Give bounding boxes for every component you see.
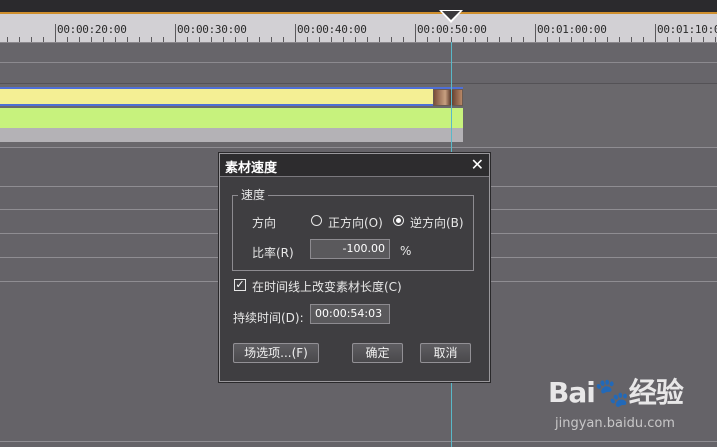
track-divider — [0, 441, 717, 442]
ruler-minor-tick — [667, 37, 668, 42]
ruler-minor-tick — [403, 37, 404, 42]
change-length-checkbox[interactable]: ✓ — [234, 279, 246, 291]
ruler-minor-tick — [607, 37, 608, 42]
ruler-minor-tick — [103, 37, 104, 42]
ruler-minor-tick — [67, 37, 68, 42]
ruler-minor-tick — [631, 37, 632, 42]
speed-group-label: 速度 — [238, 186, 269, 203]
ruler-tick-label: 00:01:10:0 — [657, 23, 717, 36]
ruler-tick-label: 00:00:20:00 — [57, 23, 127, 36]
ruler-minor-tick — [7, 37, 8, 42]
ruler-minor-tick — [559, 37, 560, 42]
ruler-minor-tick — [391, 37, 392, 42]
ruler-minor-tick — [127, 37, 128, 42]
ruler-minor-tick — [487, 37, 488, 42]
close-icon[interactable]: ✕ — [471, 155, 484, 174]
ruler-minor-tick — [115, 37, 116, 42]
ruler-major-tick — [175, 24, 176, 42]
playhead-handle-inner — [442, 11, 460, 20]
clip-footer — [0, 128, 463, 142]
forward-radio-label[interactable]: 正方向(O) — [328, 214, 383, 231]
ruler-major-tick — [535, 24, 536, 42]
ruler-minor-tick — [355, 37, 356, 42]
track-divider — [0, 62, 717, 63]
track-row-empty[interactable] — [0, 43, 717, 84]
track-divider — [0, 147, 717, 148]
ruler-minor-tick — [691, 37, 692, 42]
direction-label: 方向 — [252, 216, 277, 230]
video-clip[interactable] — [0, 87, 463, 106]
duration-label: 持续时间(D): — [233, 311, 304, 325]
ruler-tick-label: 00:00:50:00 — [417, 23, 487, 36]
ruler-minor-tick — [319, 37, 320, 42]
ruler-tick-label: 00:01:00:00 — [537, 23, 607, 36]
ruler-minor-tick — [715, 37, 716, 42]
field-options-button[interactable]: 场选项...(F) — [233, 343, 319, 363]
ruler-minor-tick — [439, 37, 440, 42]
rate-label: 比率(R) — [252, 246, 294, 260]
ruler-minor-tick — [379, 37, 380, 42]
ruler-minor-tick — [679, 37, 680, 42]
ruler-minor-tick — [307, 37, 308, 42]
ruler-major-tick — [415, 24, 416, 42]
ruler-minor-tick — [643, 37, 644, 42]
ruler-minor-tick — [19, 37, 20, 42]
ruler-minor-tick — [703, 37, 704, 42]
reverse-radio-label[interactable]: 逆方向(B) — [410, 214, 464, 231]
ruler-minor-tick — [91, 37, 92, 42]
ruler-minor-tick — [199, 37, 200, 42]
ruler-minor-tick — [523, 37, 524, 42]
ruler-minor-tick — [367, 37, 368, 42]
ruler-minor-tick — [547, 37, 548, 42]
ruler-minor-tick — [247, 37, 248, 42]
change-length-label[interactable]: 在时间线上改变素材长度(C) — [252, 278, 402, 295]
ruler-minor-tick — [223, 37, 224, 42]
ruler-minor-tick — [343, 37, 344, 42]
ruler-minor-tick — [463, 37, 464, 42]
ruler-major-tick — [295, 24, 296, 42]
ruler-tick-label: 00:00:30:00 — [177, 23, 247, 36]
reverse-radio[interactable] — [393, 215, 404, 226]
ruler-minor-tick — [427, 37, 428, 42]
timeline-ruler[interactable]: 00:00:20:00 00:00:30:00 00:00:40:00 00:00:5… — [0, 14, 717, 43]
rate-unit: % — [400, 244, 412, 258]
ruler-major-tick — [655, 24, 656, 42]
ruler-minor-tick — [283, 37, 284, 42]
ruler-minor-tick — [619, 37, 620, 42]
dialog-title: 素材速度 — [225, 161, 278, 176]
ruler-minor-tick — [475, 37, 476, 42]
ruler-minor-tick — [583, 37, 584, 42]
top-strip — [0, 0, 717, 14]
ruler-minor-tick — [259, 37, 260, 42]
ruler-minor-tick — [595, 37, 596, 42]
ruler-minor-tick — [235, 37, 236, 42]
cancel-button[interactable]: 取消 — [420, 343, 471, 363]
ruler-minor-tick — [211, 37, 212, 42]
ruler-minor-tick — [271, 37, 272, 42]
ruler-minor-tick — [499, 37, 500, 42]
forward-radio[interactable] — [311, 215, 322, 226]
ruler-minor-tick — [31, 37, 32, 42]
ruler-minor-tick — [79, 37, 80, 42]
clip-thumbnail — [433, 89, 463, 106]
ruler-minor-tick — [43, 37, 44, 42]
ruler-minor-tick — [331, 37, 332, 42]
dialog-titlebar[interactable]: 素材速度 ✕ — [220, 154, 489, 177]
ok-button[interactable]: 确定 — [352, 343, 403, 363]
ruler-minor-tick — [571, 37, 572, 42]
ruler-major-tick — [55, 24, 56, 42]
clip-speed-dialog: 素材速度 ✕ 速度 方向 正方向(O) 逆方向(B) 比率(R) -100.00… — [219, 153, 490, 382]
audio-clip[interactable] — [0, 108, 463, 128]
ruler-minor-tick — [163, 37, 164, 42]
ruler-minor-tick — [139, 37, 140, 42]
ruler-tick-label: 00:00:40:00 — [297, 23, 367, 36]
ruler-minor-tick — [187, 37, 188, 42]
ruler-minor-tick — [151, 37, 152, 42]
duration-input[interactable]: 00:00:54:03 — [310, 304, 390, 324]
watermark-logo: Bai🐾经验 — [548, 376, 684, 409]
watermark: Bai🐾经验 jingyan.baidu.com — [548, 371, 684, 431]
rate-input[interactable]: -100.00 — [310, 239, 390, 259]
ruler-minor-tick — [511, 37, 512, 42]
watermark-url: jingyan.baidu.com — [555, 416, 675, 431]
